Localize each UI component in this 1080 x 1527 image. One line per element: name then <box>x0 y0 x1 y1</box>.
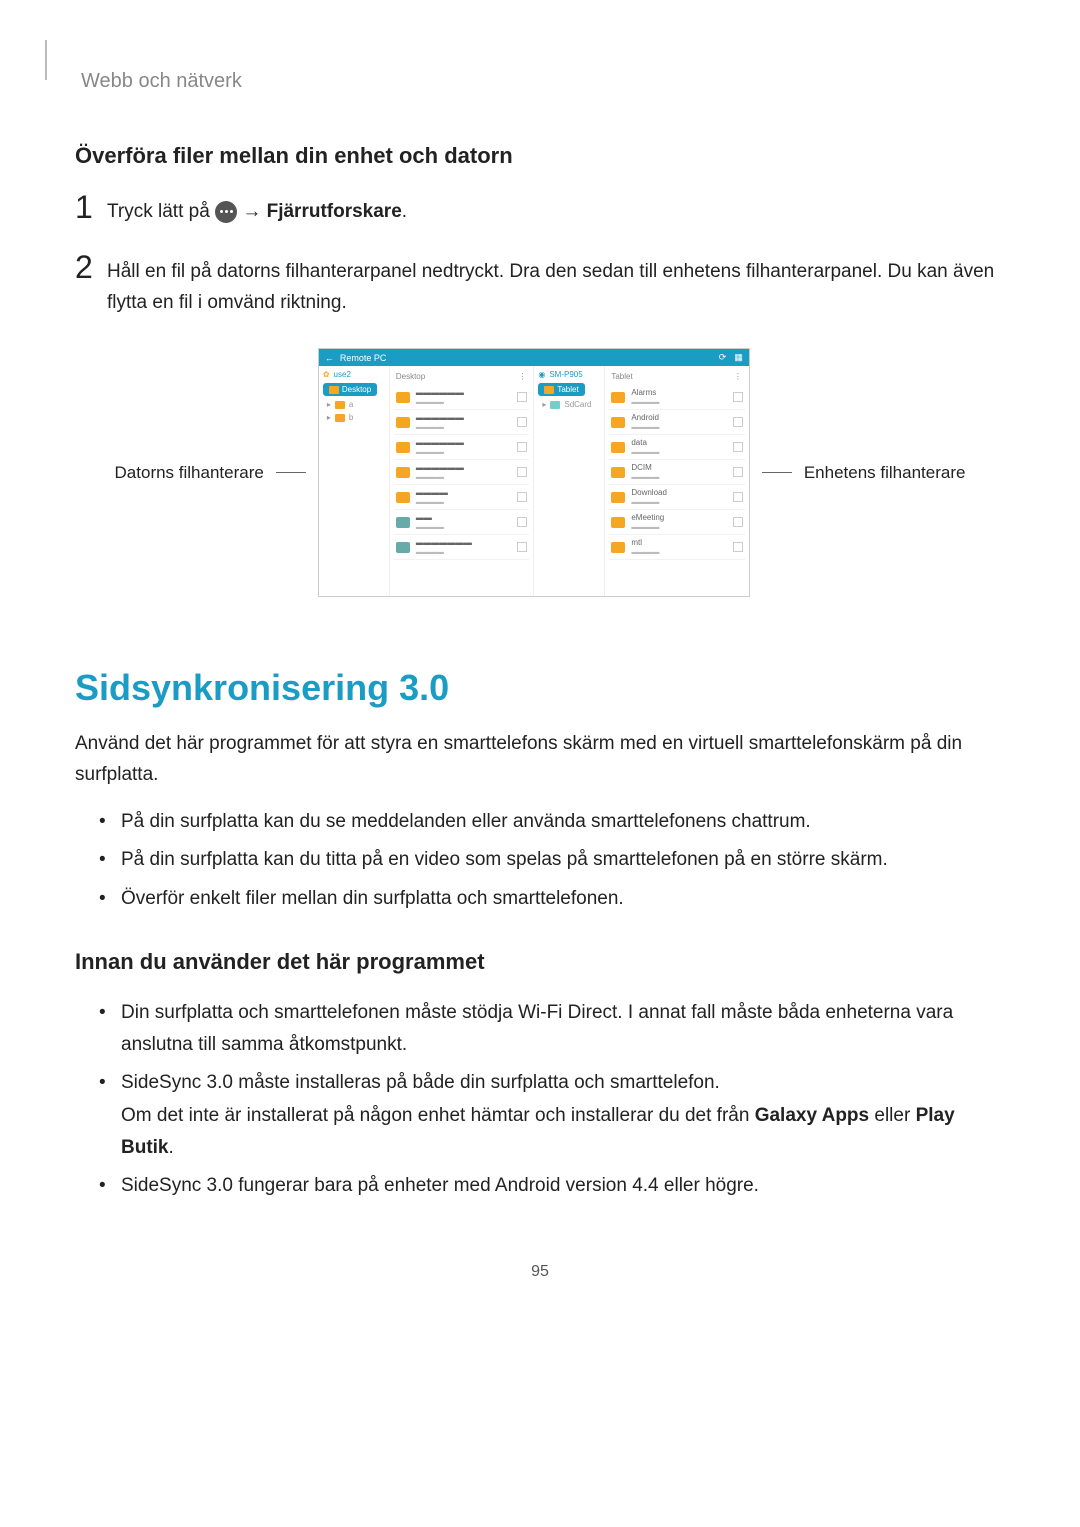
subheading-before-use: Innan du använder det här programmet <box>75 949 1005 975</box>
section-intro: Använd det här programmet för att styra … <box>75 729 1005 790</box>
titlebar: ← Remote PC ⟳ ▦ <box>319 349 749 366</box>
callout-line <box>762 472 792 473</box>
step2-text: Håll en fil på datorns filhanterarpanel … <box>107 251 1005 318</box>
folder-icon <box>396 442 410 453</box>
feature-item: På din surfplatta kan du se meddelanden … <box>99 806 1005 838</box>
right-tree-header: ◉SM-P905 <box>538 370 600 379</box>
folder-icon <box>611 417 625 428</box>
refresh-icon: ⟳ <box>719 352 727 363</box>
left-pane: ✿use2 Desktop ▸a ▸b Desktop⋮ ▬▬▬▬▬▬▬▬▬▬ … <box>319 366 535 596</box>
list-item: ▬▬▬▬▬▬▬▬▬▬ <box>394 410 530 435</box>
left-tree-badge: Desktop <box>323 383 377 396</box>
callout-left-label: Datorns filhanterare <box>115 463 264 483</box>
prereq-item: SideSync 3.0 fungerar bara på enheter me… <box>99 1170 1005 1202</box>
prereq-item: SideSync 3.0 måste installeras på både d… <box>99 1067 1005 1164</box>
folder-icon <box>611 442 625 453</box>
feature-item: Överför enkelt filer mellan din surfplat… <box>99 883 1005 915</box>
list-item: mtl▬▬▬▬ <box>609 535 745 560</box>
callout-right-label: Enhetens filhanterare <box>804 463 966 483</box>
folder-icon <box>396 417 410 428</box>
list-item: ▬▬▬▬▬▬▬▬▬▬ <box>394 460 530 485</box>
more-icon: ⋮ <box>734 372 743 381</box>
device-icon: ◉ <box>538 370 545 379</box>
folder-icon <box>396 492 410 503</box>
folder-icon <box>611 517 625 528</box>
folder-icon <box>396 392 410 403</box>
right-pane: ◉SM-P905 Tablet ▸SdCard Tablet ⋮ Alarms▬▬… <box>534 366 749 596</box>
grid-icon: ▦ <box>734 352 743 363</box>
window-title: Remote PC <box>340 353 387 363</box>
gear-icon: ✿ <box>323 370 330 379</box>
list-item: Download▬▬▬▬ <box>609 485 745 510</box>
folder-icon <box>611 392 625 403</box>
left-tree-item: ▸b <box>327 413 385 422</box>
step-1: 1 Tryck lätt på → Fjärrutforskare. <box>75 191 1005 227</box>
subheading-transfer: Överföra filer mellan din enhet och dato… <box>75 143 1005 169</box>
left-list-header: Desktop <box>396 372 425 381</box>
list-item: ▬▬▬▬▬▬▬▬ <box>394 485 530 510</box>
sdcard-icon <box>550 401 560 409</box>
more-icon: ⋮ <box>518 372 527 381</box>
step1-arrow: → <box>242 201 261 222</box>
step-number: 2 <box>75 251 107 283</box>
list-item: ▬▬▬▬▬▬▬▬▬▬▬ <box>394 535 530 560</box>
folder-icon <box>611 467 625 478</box>
feature-item: På din surfplatta kan du titta på en vid… <box>99 844 1005 876</box>
section-heading: Sidsynkronisering 3.0 <box>75 667 1005 709</box>
file-manager-screenshot: ← Remote PC ⟳ ▦ ✿use2 Desktop ▸a ▸b <box>318 348 750 597</box>
step-2: 2 Håll en fil på datorns filhanterarpane… <box>75 251 1005 318</box>
file-icon <box>396 517 410 528</box>
page-number: 95 <box>75 1263 1005 1281</box>
step1-period: . <box>402 201 407 222</box>
chapter-title: Webb och nätverk <box>81 70 1005 93</box>
back-icon: ← <box>325 353 334 363</box>
list-item: Android▬▬▬▬ <box>609 410 745 435</box>
step1-pre: Tryck lätt på <box>107 201 215 222</box>
right-tree-item: ▸SdCard <box>542 400 600 409</box>
step-number: 1 <box>75 191 107 223</box>
callout-line <box>276 472 306 473</box>
right-tree-badge: Tablet <box>538 383 584 396</box>
screenshot-annotation: Datorns filhanterare ← Remote PC ⟳ ▦ ✿us… <box>75 348 1005 597</box>
more-options-icon <box>215 201 237 223</box>
list-item: eMeeting▬▬▬▬ <box>609 510 745 535</box>
folder-icon <box>611 492 625 503</box>
prereq-list: Din surfplatta och smarttelefonen måste … <box>75 997 1005 1203</box>
feature-list: På din surfplatta kan du se meddelanden … <box>75 806 1005 915</box>
list-item: ▬▬▬▬▬▬▬▬▬▬ <box>394 385 530 410</box>
list-item: Alarms▬▬▬▬ <box>609 385 745 410</box>
right-list-header: Tablet <box>611 372 632 381</box>
step1-target: Fjärrutforskare <box>267 201 402 222</box>
list-item: ▬▬▬▬▬▬▬▬▬▬ <box>394 435 530 460</box>
prereq-item: Din surfplatta och smarttelefonen måste … <box>99 997 1005 1062</box>
folder-icon <box>396 467 410 478</box>
list-item: data▬▬▬▬ <box>609 435 745 460</box>
left-tree-header: ✿use2 <box>323 370 385 379</box>
folder-icon <box>611 542 625 553</box>
left-tree-item: ▸a <box>327 400 385 409</box>
list-item: ▬▬▬▬▬▬ <box>394 510 530 535</box>
list-item: DCIM▬▬▬▬ <box>609 460 745 485</box>
image-icon <box>396 542 410 553</box>
